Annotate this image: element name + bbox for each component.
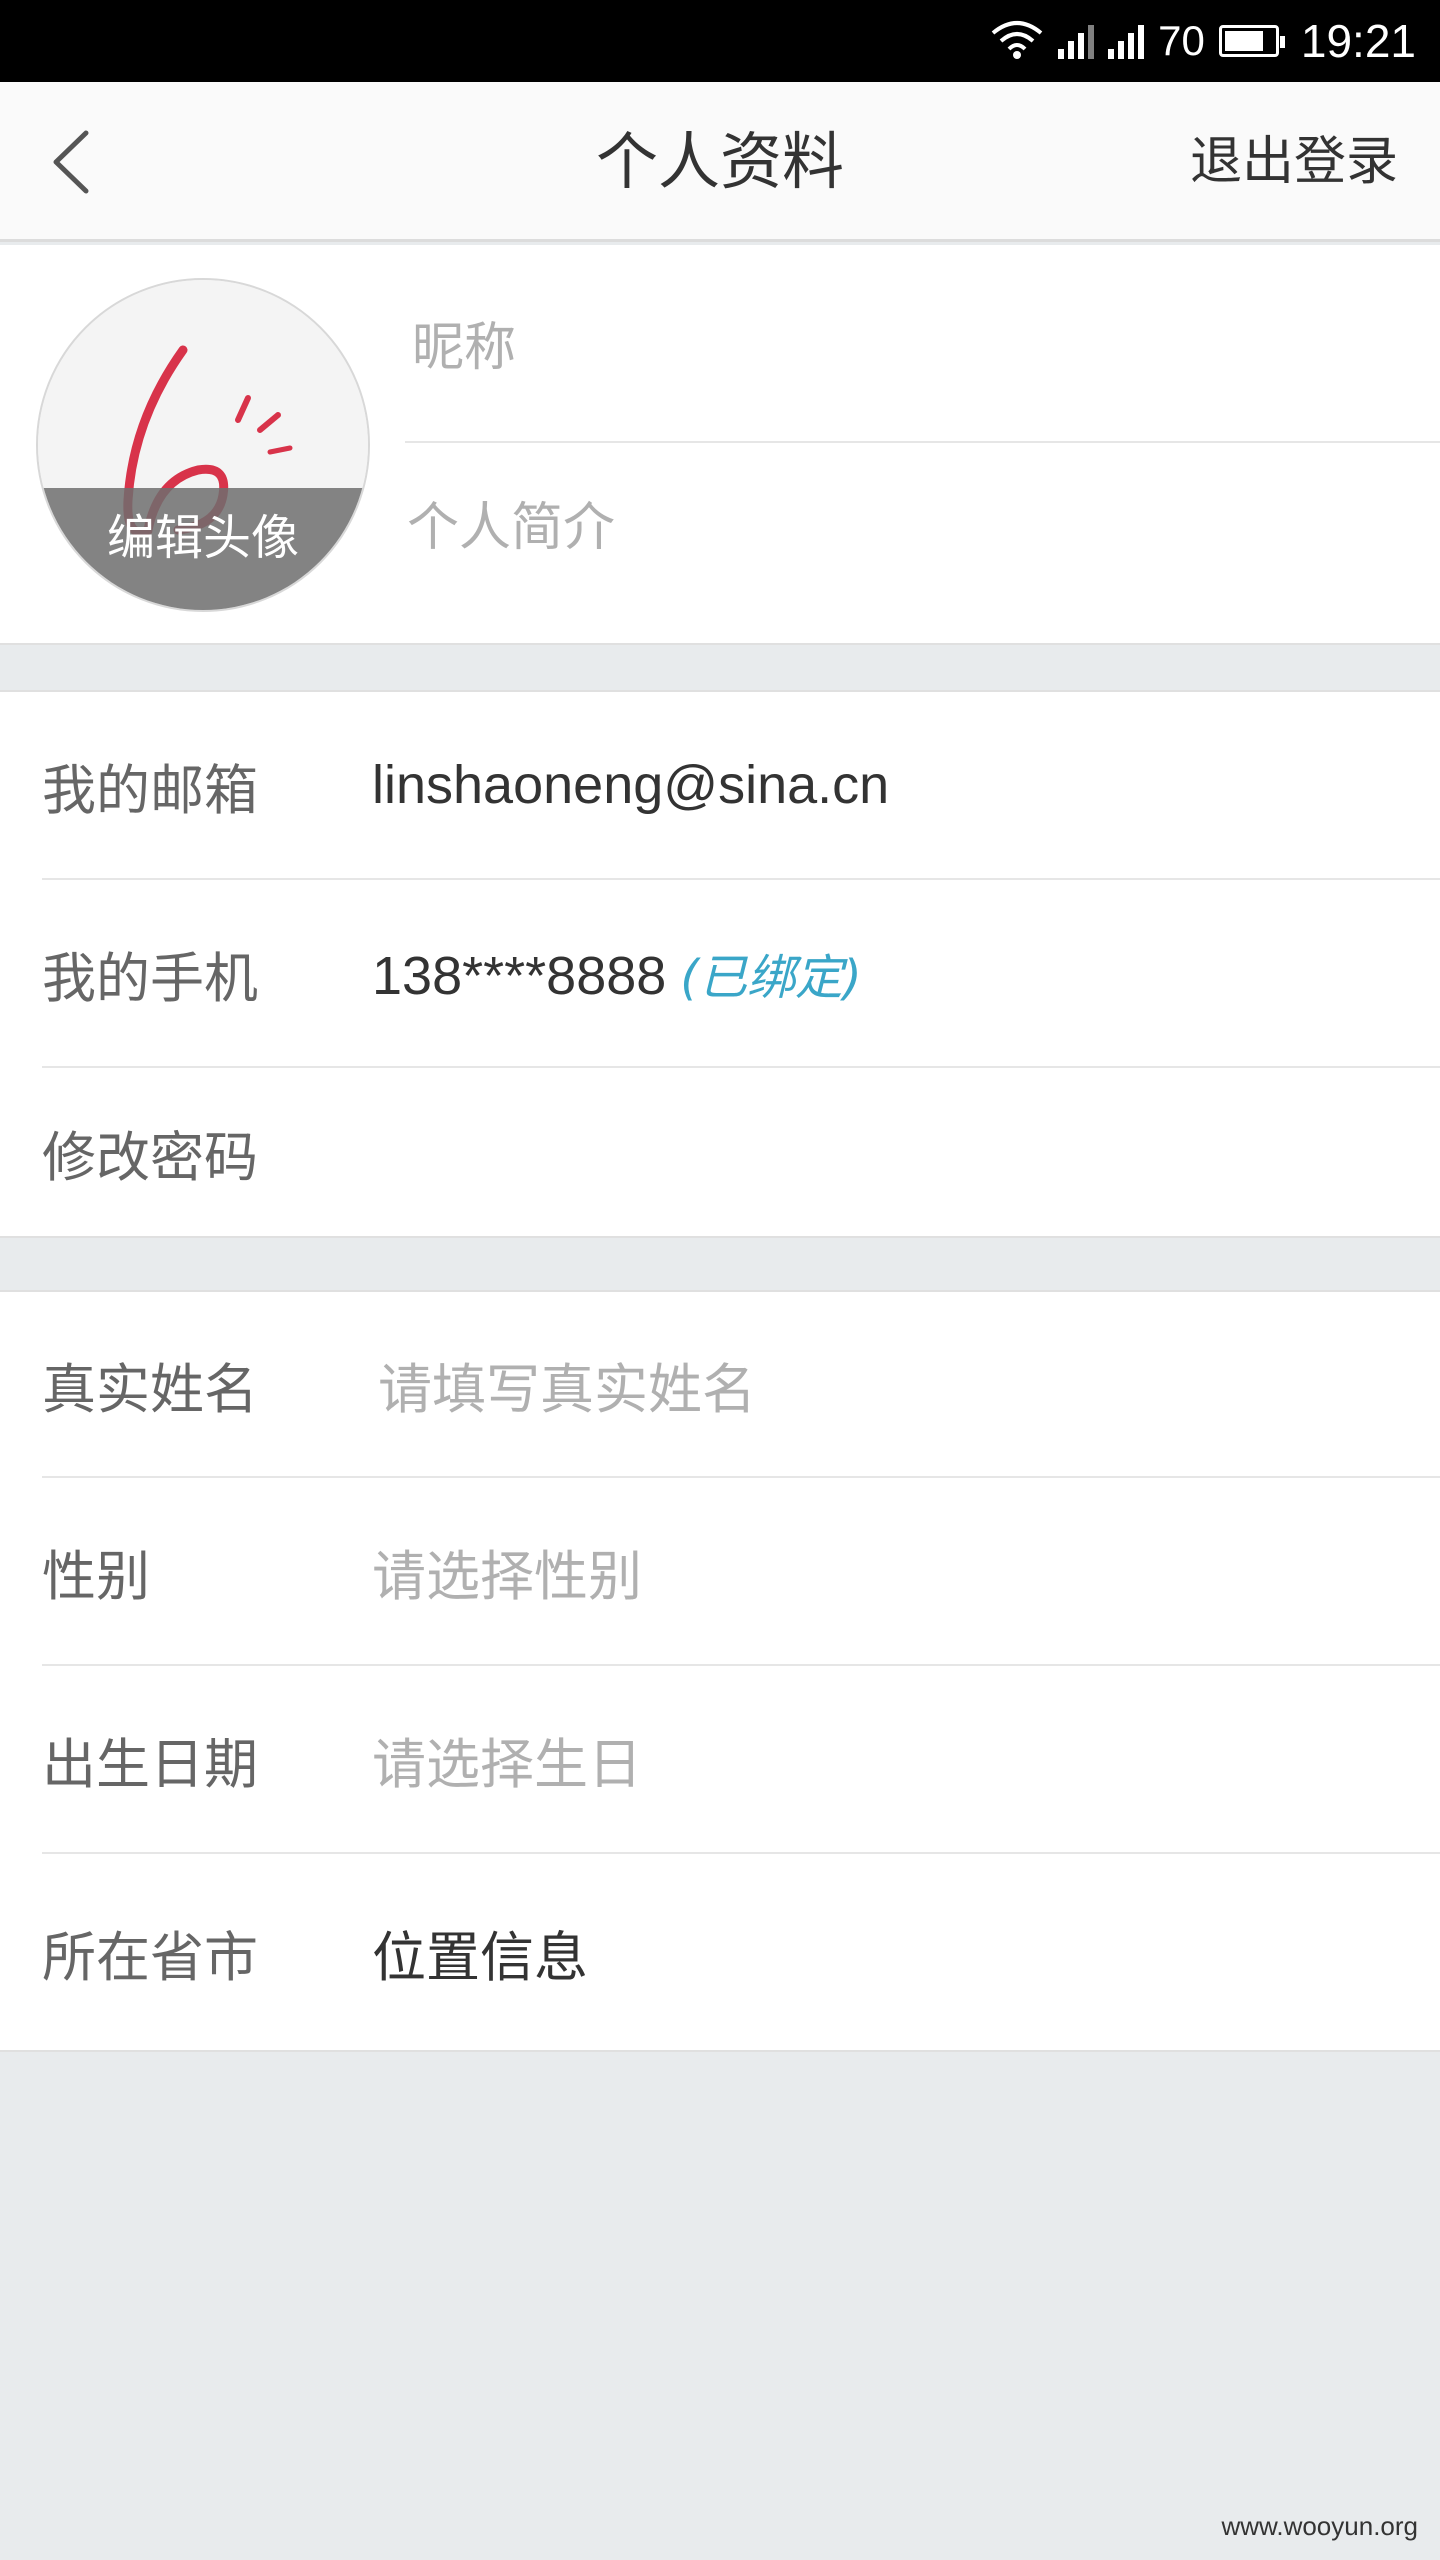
- location-value[interactable]: 位置信息: [372, 1913, 588, 1992]
- profile-card: 编辑头像 昵称 个人简介: [0, 245, 1440, 645]
- realname-input[interactable]: 请填写真实姓名: [378, 1345, 756, 1424]
- birthday-label: 出生日期: [42, 1732, 258, 1796]
- signal-icon: [1108, 23, 1145, 59]
- battery-level: 70: [1158, 17, 1205, 64]
- status-bar: 70 19:21: [0, 0, 1440, 82]
- watermark: www.wooyun.org: [1221, 2511, 1418, 2541]
- battery-icon: [1218, 25, 1285, 57]
- divider: [405, 441, 1440, 443]
- gender-row[interactable]: 性别 请选择性别: [0, 1478, 1440, 1664]
- realname-row[interactable]: 真实姓名 请填写真实姓名: [0, 1292, 1440, 1476]
- nickname-field[interactable]: 昵称: [412, 305, 516, 380]
- phone-label: 我的手机: [42, 946, 258, 1010]
- phone-value: 138****8888 (已绑定): [372, 938, 862, 1008]
- clock: 19:21: [1300, 15, 1416, 67]
- signal-icon: [1058, 23, 1095, 59]
- email-value: linshaoneng@sina.cn: [372, 755, 890, 815]
- birthday-select[interactable]: 请选择生日: [372, 1720, 642, 1799]
- gender-label: 性别: [42, 1544, 150, 1608]
- logout-button[interactable]: 退出登录: [1190, 82, 1398, 242]
- avatar-edit-label: 编辑头像: [106, 510, 299, 566]
- bio-field[interactable]: 个人简介: [407, 485, 615, 560]
- avatar[interactable]: 编辑头像: [36, 278, 370, 612]
- personal-section: 真实姓名 请填写真实姓名 性别 请选择性别 出生日期 请选择生日 所在省市 位置…: [0, 1290, 1440, 2052]
- phone-bound-badge: (已绑定): [680, 950, 862, 1006]
- location-row[interactable]: 所在省市 位置信息: [0, 1854, 1440, 2050]
- change-password-row[interactable]: 修改密码: [0, 1068, 1440, 1236]
- location-label: 所在省市: [42, 1925, 258, 1989]
- birthday-row[interactable]: 出生日期 请选择生日: [0, 1666, 1440, 1852]
- email-row[interactable]: 我的邮箱 linshaoneng@sina.cn: [0, 692, 1440, 878]
- gender-select[interactable]: 请选择性别: [372, 1532, 642, 1611]
- change-password-label: 修改密码: [42, 1125, 258, 1189]
- avatar-edit-overlay[interactable]: 编辑头像: [38, 488, 368, 610]
- phone-number: 138****8888: [372, 946, 667, 1006]
- wifi-icon: [990, 19, 1044, 63]
- phone-row[interactable]: 我的手机 138****8888 (已绑定): [0, 880, 1440, 1066]
- email-label: 我的邮箱: [42, 758, 258, 822]
- account-section: 我的邮箱 linshaoneng@sina.cn 我的手机 138****888…: [0, 690, 1440, 1238]
- realname-label: 真实姓名: [42, 1357, 258, 1421]
- app-header: 个人资料 退出登录: [0, 82, 1440, 242]
